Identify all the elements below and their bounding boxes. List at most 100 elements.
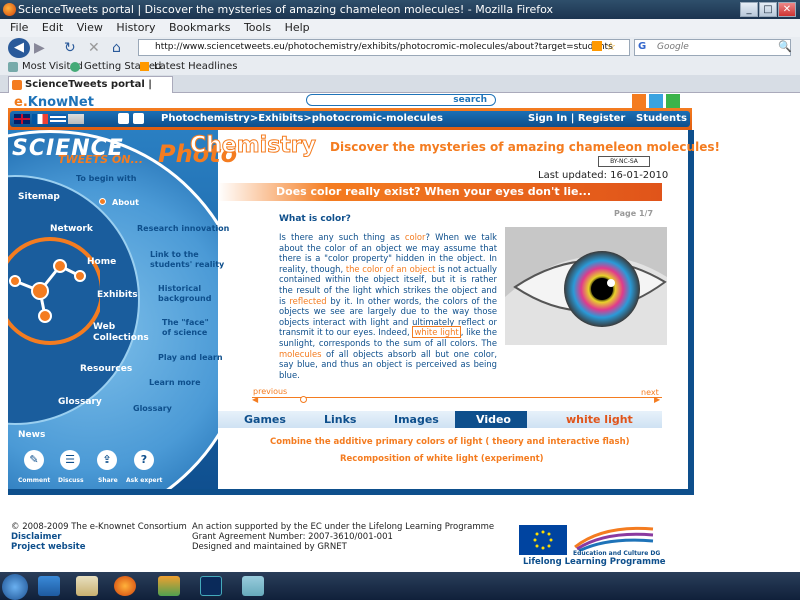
forward-icon[interactable]: ▶ [34,40,45,56]
disclaimer-link[interactable]: Disclaimer [11,532,61,542]
close-button[interactable]: ✕ [778,2,796,17]
color-square-orange[interactable] [632,94,646,108]
previous-link[interactable]: previous [253,387,287,396]
link-reflected[interactable]: reflected [289,296,326,306]
menu-history[interactable]: History [116,21,155,34]
menu-help[interactable]: Help [285,21,310,34]
tab-links[interactable]: Links [324,412,356,427]
subnav-link-students-reality[interactable]: Link to the students' reality [150,250,230,270]
discuss-label: Discuss [58,477,84,484]
eye-graphic [505,227,667,345]
window-titlebar: ScienceTweets portal | Discover the myst… [0,0,800,19]
body-text: Is there any such thing as color? When w… [279,232,497,380]
app-icon[interactable] [242,576,264,596]
photoshop-icon[interactable] [200,576,222,596]
page-dot-icon[interactable] [300,396,307,403]
print-icon[interactable] [133,113,144,124]
nav-news[interactable]: News [18,430,45,441]
back-icon[interactable]: ◀ [8,38,30,58]
start-button[interactable] [2,574,28,600]
page-icon [70,62,80,72]
link-color-of-object[interactable]: the color of an object [346,264,436,274]
bookmark-latest-headlines[interactable]: Latest Headlines [154,59,238,75]
cc-license-badge[interactable]: BY-NC-SA [598,156,650,167]
project-website-link[interactable]: Project website [11,542,86,552]
menu-bookmarks[interactable]: Bookmarks [169,21,230,34]
ie-icon[interactable] [38,576,60,596]
nav-exhibits[interactable]: Exhibits [97,290,138,301]
breadcrumb[interactable]: Photochemistry>Exhibits>photocromic-mole… [161,112,443,126]
link-color[interactable]: color [405,232,426,242]
color-square-green[interactable] [666,94,680,108]
stop-icon[interactable]: ✕ [88,40,100,56]
share-icon[interactable]: ⇪ [97,450,117,470]
link-recomposition-white-light[interactable]: Recomposition of white light (experiment… [340,454,544,464]
link-white-light[interactable]: white light [412,326,461,339]
arrow-right-icon[interactable]: ▶ [654,396,660,404]
bookmark-getting-started[interactable]: Getting Started [84,59,161,75]
text-segment: Is there any such thing as [279,232,405,242]
eye-image [505,227,667,345]
tab-white-light[interactable]: white light [566,412,633,427]
footer-left: © 2008-2009 The e-Knownet Consortium Dis… [11,522,187,552]
link-molecules[interactable]: molecules [279,349,322,359]
flag-gr-icon[interactable] [50,114,66,124]
subnav-historical-background[interactable]: Historical background [158,284,218,304]
subnav-glossary[interactable]: Glossary [133,404,172,414]
browser-tab[interactable]: ScienceTweets portal | Discover the ... [8,76,173,106]
comment-label: Comment [18,477,51,484]
url-bar[interactable]: http://www.sciencetweets.eu/photochemist… [138,39,630,56]
rss-icon[interactable] [592,41,602,51]
flag-uk-icon[interactable] [14,114,30,124]
search-icon[interactable]: 🔍 [778,40,792,53]
folder-icon [8,62,18,72]
reload-icon[interactable]: ↻ [64,40,76,56]
search-input[interactable]: Google [634,39,791,56]
arrow-left-icon[interactable]: ◀ [252,396,258,404]
menu-file[interactable]: File [10,21,28,34]
minimize-button[interactable]: _ [740,2,758,17]
signin-register-link[interactable]: Sign In | Register [528,112,625,126]
copyright: © 2008-2009 The e-Knownet Consortium [11,522,187,532]
home-icon[interactable]: ⌂ [112,40,121,56]
rss-icon[interactable] [118,113,129,124]
subnav-about[interactable]: About [112,198,139,208]
subnav-face-of-science[interactable]: The "face" of science [162,318,212,338]
firefox-taskbar-icon[interactable] [114,576,136,596]
nav-resources[interactable]: Resources [80,364,132,375]
nav-glossary[interactable]: Glossary [58,397,102,408]
lifelong-learning-logo [574,526,654,551]
tab-images[interactable]: Images [394,412,439,427]
bookmark-star-icon[interactable]: ☆ [606,40,616,53]
comment-icon[interactable]: ✎ [24,450,44,470]
nav-network[interactable]: Network [50,224,93,235]
subnav-to-begin-with[interactable]: To begin with [76,174,136,184]
nav-sitemap[interactable]: Sitemap [18,192,60,203]
menu-tools[interactable]: Tools [244,21,271,34]
link-combine-primary-colors[interactable]: Combine the additive primary colors of l… [270,437,630,447]
flag-icon[interactable] [68,114,84,124]
lifelong-learning-label: Lifelong Learning Programme [523,557,666,567]
menu-edit[interactable]: Edit [42,21,63,34]
color-square-blue[interactable] [649,94,663,108]
footer-middle: An action supported by the EC under the … [192,522,494,552]
ask-expert-icon[interactable]: ? [134,450,154,470]
firefox-icon [3,3,16,16]
flag-fr-icon[interactable] [32,114,48,124]
section-title: What is color? [279,214,351,224]
tab-video[interactable]: Video [476,412,511,427]
subnav-research-innovation[interactable]: Research innovation [137,224,229,234]
nav-home[interactable]: Home [87,257,116,268]
discuss-icon[interactable]: ☰ [60,450,80,470]
audience-label[interactable]: Students [636,112,687,126]
maximize-button[interactable]: □ [759,2,777,17]
app-icon[interactable] [158,576,180,596]
tab-games[interactable]: Games [244,412,286,427]
menu-view[interactable]: View [77,21,103,34]
notepad-icon[interactable] [76,576,98,596]
nav-web-collections[interactable]: Web Collections [93,322,149,344]
content-right-border [688,130,694,493]
subnav-learn-more[interactable]: Learn more [149,378,201,388]
subnav-play-and-learn[interactable]: Play and learn [158,353,223,363]
site-search-button[interactable]: search [306,94,496,106]
